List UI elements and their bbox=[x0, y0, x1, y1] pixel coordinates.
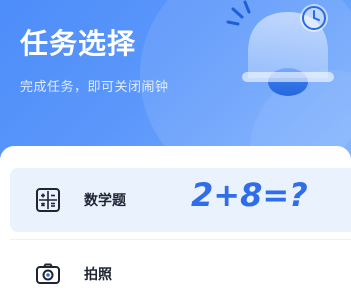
task-option-photo[interactable]: 拍照 bbox=[10, 242, 351, 301]
page-subtitle: 完成任务，即可关闭闹钟 bbox=[20, 80, 169, 95]
task-option-label: 拍照 bbox=[84, 267, 112, 283]
camera-icon bbox=[36, 263, 60, 284]
header-banner: 任务选择 完成任务，即可关闭闹钟 bbox=[0, 0, 351, 170]
calculator-icon bbox=[36, 188, 60, 212]
task-option-math[interactable]: 数学题 2+8=? bbox=[10, 168, 351, 232]
task-list: 数学题 2+8=? 拍照 bbox=[0, 146, 351, 301]
task-option-label: 数学题 bbox=[84, 193, 126, 209]
page-title: 任务选择 bbox=[20, 27, 137, 60]
alarm-bell-icon bbox=[226, 0, 334, 96]
math-example: 2+8=? bbox=[191, 176, 308, 214]
divider bbox=[10, 239, 351, 240]
